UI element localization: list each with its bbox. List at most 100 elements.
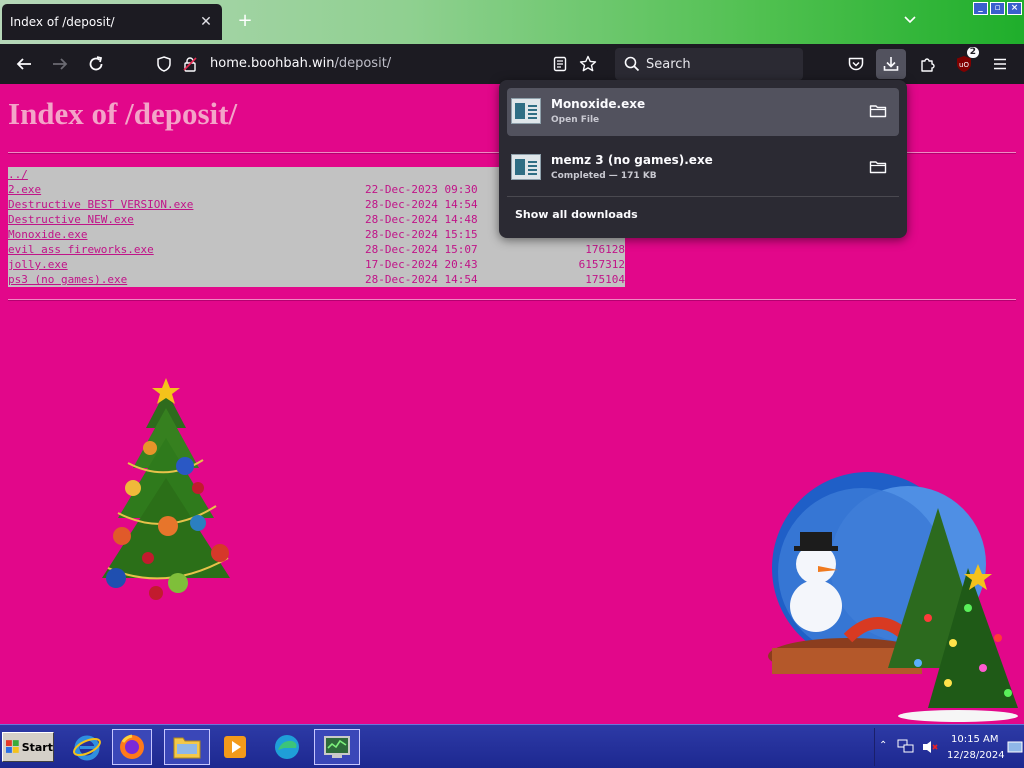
- minimize-button[interactable]: _: [973, 2, 988, 15]
- close-window-button[interactable]: ×: [1007, 2, 1022, 15]
- tab-title: Index of /deposit/: [10, 15, 115, 29]
- svg-text:uO: uO: [959, 61, 969, 69]
- bottom-divider: [8, 299, 1016, 301]
- pocket-button[interactable]: [844, 52, 868, 76]
- extensions-button[interactable]: [916, 52, 940, 76]
- tab-close-icon[interactable]: ✕: [198, 14, 214, 30]
- menu-icon: [994, 58, 1006, 70]
- file-link[interactable]: jolly.exe: [8, 258, 68, 271]
- downloads-panel: Monoxide.exe Open File memz 3 (no games)…: [499, 80, 907, 238]
- file-link[interactable]: evil ass fireworks.exe: [8, 243, 154, 256]
- downloads-separator: [507, 196, 899, 197]
- folder-icon: [869, 105, 887, 118]
- file-size: 6157312: [578, 258, 625, 271]
- site-info-button[interactable]: [178, 52, 202, 76]
- file-link[interactable]: 2.exe: [8, 183, 41, 196]
- taskbar-firefox[interactable]: [112, 729, 152, 765]
- file-size: 175104: [585, 273, 625, 286]
- url-host: home.boohbah.win: [210, 56, 335, 71]
- media-player-icon: [224, 736, 246, 758]
- forward-icon: [53, 58, 68, 70]
- clock-time: 10:15 AM: [951, 734, 999, 745]
- search-input[interactable]: Search: [615, 48, 803, 80]
- forward-button[interactable]: [48, 52, 72, 76]
- shield-icon: [157, 56, 171, 72]
- bookmark-star-icon: [579, 55, 597, 72]
- edge-icon: [275, 735, 299, 759]
- show-all-downloads-button[interactable]: Show all downloads: [515, 208, 638, 221]
- file-exe-icon: [511, 154, 541, 180]
- windows-logo-icon: [6, 740, 19, 753]
- download-item-monoxide[interactable]: Monoxide.exe Open File: [507, 88, 899, 136]
- restore-button[interactable]: ▫: [990, 2, 1005, 15]
- tracking-protection-button[interactable]: [152, 52, 176, 76]
- file-date: 28-Dec-2024 14:54: [365, 198, 478, 211]
- extensions-icon: [921, 58, 935, 72]
- taskbar-file-explorer[interactable]: [164, 729, 210, 765]
- listing-row: jolly.exe 17-Dec-2024 20:43 6157312: [8, 257, 625, 272]
- task-manager-icon: [324, 736, 350, 758]
- firefox-icon: [120, 734, 144, 759]
- file-date: 28-Dec-2024 14:54: [365, 273, 478, 286]
- network-icon[interactable]: [897, 739, 915, 755]
- search-placeholder: Search: [646, 57, 691, 72]
- listing-row: ps3 (no games).exe 28-Dec-2024 14:54 17510…: [8, 272, 625, 287]
- start-button[interactable]: Start: [2, 732, 54, 762]
- lock-icon: [183, 57, 197, 72]
- file-date: 28-Dec-2024 15:07: [365, 243, 478, 256]
- url-bar[interactable]: home.boohbah.win/deposit/: [148, 48, 608, 80]
- list-all-tabs-button[interactable]: [899, 10, 921, 32]
- download-icon: [883, 57, 899, 71]
- download-item-memz[interactable]: memz 3 (no games).exe Completed — 171 KB: [507, 144, 899, 192]
- internet-explorer-icon: [73, 735, 101, 761]
- bookmark-button[interactable]: [576, 52, 600, 76]
- listing-row: evil ass fireworks.exe 28-Dec-2024 15:07 1…: [8, 242, 625, 257]
- download-status: Completed — 171 KB: [551, 171, 657, 181]
- url-text[interactable]: home.boohbah.win/deposit/: [210, 56, 391, 71]
- file-link[interactable]: ../: [8, 168, 28, 181]
- file-link[interactable]: Monoxide.exe: [8, 228, 87, 241]
- taskbar: Start ⌃ 10:15 AM 12/28/2024: [0, 724, 1024, 768]
- download-name: Monoxide.exe: [551, 97, 646, 111]
- show-in-folder-button[interactable]: [869, 102, 889, 122]
- tray-expand-icon[interactable]: ⌃: [879, 740, 887, 751]
- show-in-folder-button[interactable]: [869, 158, 889, 178]
- back-icon: [16, 58, 31, 70]
- taskbar-internet-explorer[interactable]: [64, 729, 110, 765]
- start-label: Start: [21, 740, 53, 754]
- file-link[interactable]: ps3 (no games).exe: [8, 273, 127, 286]
- file-date: 17-Dec-2024 20:43: [365, 258, 478, 271]
- folder-icon: [869, 161, 887, 174]
- christmas-tree-image: [102, 378, 230, 600]
- file-exe-icon: [511, 98, 541, 124]
- system-tray: ⌃ 10:15 AM 12/28/2024: [874, 728, 1024, 766]
- volume-muted-icon[interactable]: [921, 739, 939, 755]
- taskbar-media-player[interactable]: [212, 729, 258, 765]
- app-menu-button[interactable]: [988, 52, 1012, 76]
- ublock-button[interactable]: uO 2: [952, 47, 979, 76]
- file-date: 28-Dec-2024 14:48: [365, 213, 478, 226]
- reload-icon: [89, 56, 103, 71]
- reader-view-icon: [553, 56, 567, 72]
- window-controls: _ ▫ ×: [973, 2, 1022, 15]
- back-button[interactable]: [12, 52, 36, 76]
- reload-button[interactable]: [84, 52, 108, 76]
- show-desktop-icon[interactable]: [1007, 741, 1023, 755]
- tab-index-deposit[interactable]: Index of /deposit/ ✕: [2, 4, 222, 40]
- chevron-down-icon: [904, 16, 916, 24]
- page-heading: Index of /deposit/: [8, 96, 238, 131]
- downloads-button[interactable]: [876, 49, 906, 79]
- nav-bar: home.boohbah.win/deposit/ Search uO 2: [0, 44, 1024, 84]
- reader-view-button[interactable]: [548, 52, 572, 76]
- clock-date: 12/28/2024: [947, 750, 1005, 761]
- snow-globe-image: [768, 472, 1018, 722]
- extension-badge: 2: [966, 47, 979, 58]
- file-link[interactable]: Destructive BEST VERSION.exe: [8, 198, 193, 211]
- taskbar-task-manager[interactable]: [314, 729, 360, 765]
- file-date: 28-Dec-2024 15:15: [365, 228, 478, 241]
- taskbar-edge[interactable]: [264, 729, 310, 765]
- new-tab-button[interactable]: +: [234, 10, 256, 32]
- pocket-icon: [848, 57, 864, 71]
- file-link[interactable]: Destructive NEW.exe: [8, 213, 134, 226]
- folder-icon: [173, 737, 201, 759]
